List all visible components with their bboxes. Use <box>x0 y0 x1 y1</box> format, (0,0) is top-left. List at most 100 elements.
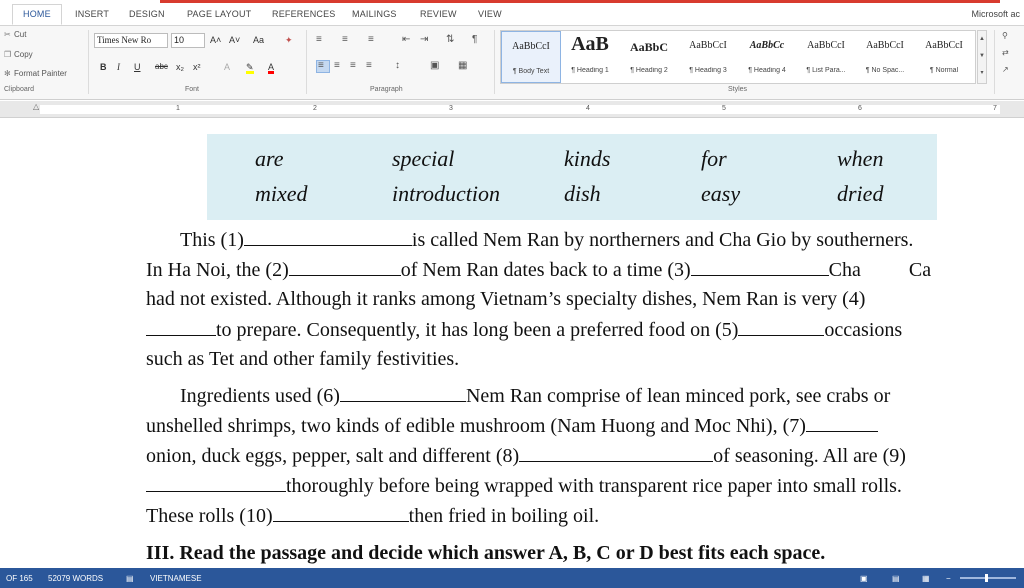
subscript-button[interactable]: x₂ <box>176 60 184 74</box>
text-line: These rolls (10) then fried in boiling oi… <box>146 504 600 527</box>
numbering-icon[interactable]: ≡ <box>342 33 348 47</box>
change-case-button[interactable]: Aa <box>253 33 264 47</box>
style-normal[interactable]: AaBbCcI ¶ Normal <box>914 31 974 83</box>
group-divider <box>994 30 995 94</box>
ruler-number: 3 <box>449 105 453 112</box>
proofing-icon[interactable]: ▤ <box>126 574 134 583</box>
replace-icon[interactable]: ⇄ <box>1002 48 1009 57</box>
show-marks-icon[interactable]: ¶ <box>472 33 477 47</box>
decrease-indent-icon[interactable]: ⇤ <box>402 33 410 47</box>
copy-button[interactable]: ❐ Copy <box>4 50 33 59</box>
sort-icon[interactable]: ⇅ <box>446 33 454 47</box>
borders-icon[interactable]: ▦ <box>458 59 467 73</box>
blank-7[interactable] <box>805 414 878 432</box>
ribbon-tab-bar: HOME INSERT DESIGN PAGE LAYOUT REFERENCE… <box>0 4 1024 26</box>
tab-insert[interactable]: INSERT <box>75 9 109 19</box>
blank-5[interactable] <box>738 318 825 336</box>
font-size-box[interactable]: 10 <box>171 33 205 48</box>
text-line: had not existed. Although it ranks among… <box>146 288 866 310</box>
underline-button[interactable]: U <box>134 60 141 74</box>
justify-icon[interactable]: ≡ <box>366 59 372 73</box>
horizontal-ruler[interactable]: △ 1 2 3 4 5 6 7 <box>0 101 1024 118</box>
tab-view[interactable]: VIEW <box>478 9 502 19</box>
style-no-spacing[interactable]: AaBbCcI ¶ No Spac... <box>855 31 915 83</box>
web-layout-icon[interactable]: ▦ <box>922 574 930 583</box>
word-bank-item: mixed <box>255 181 308 206</box>
title-accent-strip <box>160 0 1000 3</box>
tab-page-layout[interactable]: PAGE LAYOUT <box>187 9 251 19</box>
word-bank-item: for <box>701 146 727 171</box>
tab-references[interactable]: REFERENCES <box>272 9 336 19</box>
ruler-number: 6 <box>858 105 862 112</box>
group-divider <box>494 30 495 94</box>
word-bank-item: special <box>392 146 455 171</box>
align-right-icon[interactable]: ≡ <box>350 59 356 73</box>
text-line: Ingredients used (6) Nem Ran comprise of … <box>180 384 891 407</box>
copy-icon: ❐ <box>4 50 12 59</box>
zoom-slider[interactable] <box>960 577 1016 579</box>
read-mode-icon[interactable]: ▣ <box>860 574 868 583</box>
superscript-button[interactable]: x² <box>193 60 201 74</box>
format-painter-button[interactable]: ✻ Format Painter <box>4 69 67 78</box>
text-line: such as Tet and other family festivities… <box>146 348 460 370</box>
font-color-icon[interactable]: A <box>268 60 275 74</box>
shading-icon[interactable]: ▣ <box>430 59 439 73</box>
word-bank-item: kinds <box>564 146 611 171</box>
scissors-icon: ✂ <box>4 30 11 39</box>
shrink-font-button[interactable]: A˅ <box>229 33 240 47</box>
language-indicator[interactable]: VIETNAMESE <box>150 574 202 583</box>
blank-4[interactable] <box>146 318 216 336</box>
word-bank-item: easy <box>701 181 741 206</box>
word-count[interactable]: 52079 WORDS <box>48 574 103 583</box>
strikethrough-button[interactable]: abc <box>155 60 168 74</box>
find-icon[interactable]: ⚲ <box>1002 31 1008 40</box>
blank-8[interactable] <box>519 444 714 462</box>
text-line: In Ha Noi, the (2) of Nem Ran dates back … <box>146 258 932 281</box>
next-section-heading: III. Read the passage and decide which a… <box>146 542 826 564</box>
zoom-out-icon[interactable]: − <box>946 574 951 583</box>
style-heading-1[interactable]: AaB ¶ Heading 1 <box>560 31 620 83</box>
tab-mailings[interactable]: MAILINGS <box>352 9 397 19</box>
account-name[interactable]: Microsoft ac <box>971 9 1020 19</box>
blank-2[interactable] <box>288 258 401 276</box>
align-center-icon[interactable]: ≡ <box>334 59 340 73</box>
style-heading-2[interactable]: AaBbC ¶ Heading 2 <box>619 31 679 83</box>
line-spacing-icon[interactable]: ↕ <box>395 59 400 73</box>
italic-button[interactable]: I <box>117 60 120 74</box>
blank-10[interactable] <box>272 504 409 522</box>
multilevel-list-icon[interactable]: ≡ <box>368 33 374 47</box>
bullets-icon[interactable]: ≡ <box>316 33 322 47</box>
font-name-box[interactable]: Times New Ro <box>94 33 168 48</box>
tab-home[interactable]: HOME <box>12 4 62 25</box>
grow-font-button[interactable]: A˄ <box>210 33 221 47</box>
cut-button[interactable]: ✂ Cut <box>4 30 26 39</box>
style-body-text[interactable]: AaBbCcI ¶ Body Text <box>501 31 561 83</box>
blank-6[interactable] <box>339 384 466 402</box>
word-bank-item: dried <box>837 181 884 206</box>
paragraph-group-label: Paragraph <box>370 86 403 93</box>
align-left-icon[interactable]: ≡ <box>318 59 324 73</box>
text-effects-icon[interactable]: A <box>224 60 230 74</box>
clear-format-icon[interactable]: ✦ <box>285 33 293 47</box>
style-heading-3[interactable]: AaBbCcI ¶ Heading 3 <box>678 31 738 83</box>
style-list-paragraph[interactable]: AaBbCcI ¶ List Para... <box>796 31 856 83</box>
select-icon[interactable]: ↗ <box>1002 65 1009 74</box>
bold-button[interactable]: B <box>100 60 107 74</box>
zoom-slider-thumb[interactable] <box>985 574 988 582</box>
word-bank-box: are special kinds for when mixed introdu… <box>207 134 937 220</box>
increase-indent-icon[interactable]: ⇥ <box>420 33 428 47</box>
page-count[interactable]: OF 165 <box>6 574 33 583</box>
document-page[interactable]: are special kinds for when mixed introdu… <box>0 118 1024 568</box>
group-divider <box>306 30 307 94</box>
styles-scroll[interactable]: ▲ ▼ ▾ <box>977 30 987 84</box>
blank-1[interactable] <box>243 228 412 246</box>
clipboard-group-label: Clipboard <box>4 86 34 93</box>
print-layout-icon[interactable]: ▤ <box>892 574 900 583</box>
tab-review[interactable]: REVIEW <box>420 9 457 19</box>
style-heading-4[interactable]: AaBbCc ¶ Heading 4 <box>737 31 797 83</box>
blank-9[interactable] <box>146 474 286 492</box>
indent-marker-icon[interactable]: △ <box>33 102 39 111</box>
highlight-color-icon[interactable]: ✎ <box>246 60 254 74</box>
tab-design[interactable]: DESIGN <box>129 9 165 19</box>
blank-3[interactable] <box>690 258 829 276</box>
